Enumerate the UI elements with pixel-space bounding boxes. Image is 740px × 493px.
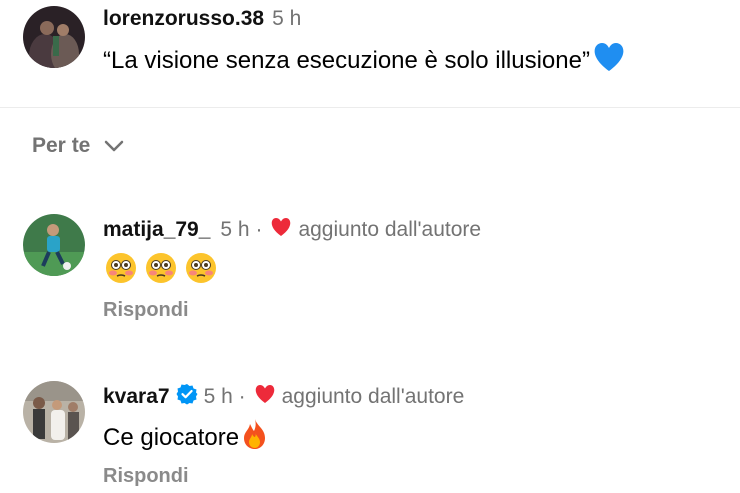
username[interactable]: kvara7 (103, 385, 170, 409)
sort-filter-label: Per te (32, 134, 91, 157)
flushed-face-icon (185, 252, 217, 291)
chevron-down-icon (104, 134, 124, 158)
comment-text: “La visione senza esecuzione è solo illu… (103, 42, 626, 79)
liked-by-author-label: aggiunto dall'autore (281, 385, 465, 408)
blue-heart-icon (592, 42, 626, 79)
comment-header: matija_79_ 5 h · aggiunto dall'autore (103, 217, 481, 243)
verified-badge-icon (176, 383, 198, 411)
timestamp: 5 h · (220, 218, 263, 241)
comment-body: “La visione senza esecuzione è solo illu… (103, 46, 590, 74)
heart-icon (270, 217, 292, 243)
comment-header: lorenzorusso.38 5 h (103, 7, 301, 31)
reply-button[interactable]: Rispondi (103, 465, 189, 488)
flushed-face-icon (105, 252, 137, 291)
heart-icon (254, 384, 276, 410)
flushed-face-icon (145, 252, 177, 291)
comment-header: kvara7 5 h · aggiunto dall'autore (103, 383, 464, 411)
reply-button[interactable]: Rispondi (103, 299, 189, 322)
timestamp: 5 h (272, 7, 302, 30)
comment-text (103, 252, 217, 291)
sort-filter-button[interactable]: Per te (32, 134, 124, 158)
username[interactable]: lorenzorusso.38 (103, 7, 264, 31)
username[interactable]: matija_79_ (103, 218, 210, 242)
comment-text: Ce giocatore (103, 418, 269, 457)
divider (0, 107, 740, 108)
comment-body: Ce giocatore (103, 423, 240, 451)
timestamp: 5 h · (203, 385, 246, 408)
avatar[interactable] (23, 6, 85, 68)
fire-icon (241, 418, 269, 457)
liked-by-author-label: aggiunto dall'autore (298, 218, 482, 241)
avatar[interactable] (23, 381, 85, 443)
avatar[interactable] (23, 214, 85, 276)
